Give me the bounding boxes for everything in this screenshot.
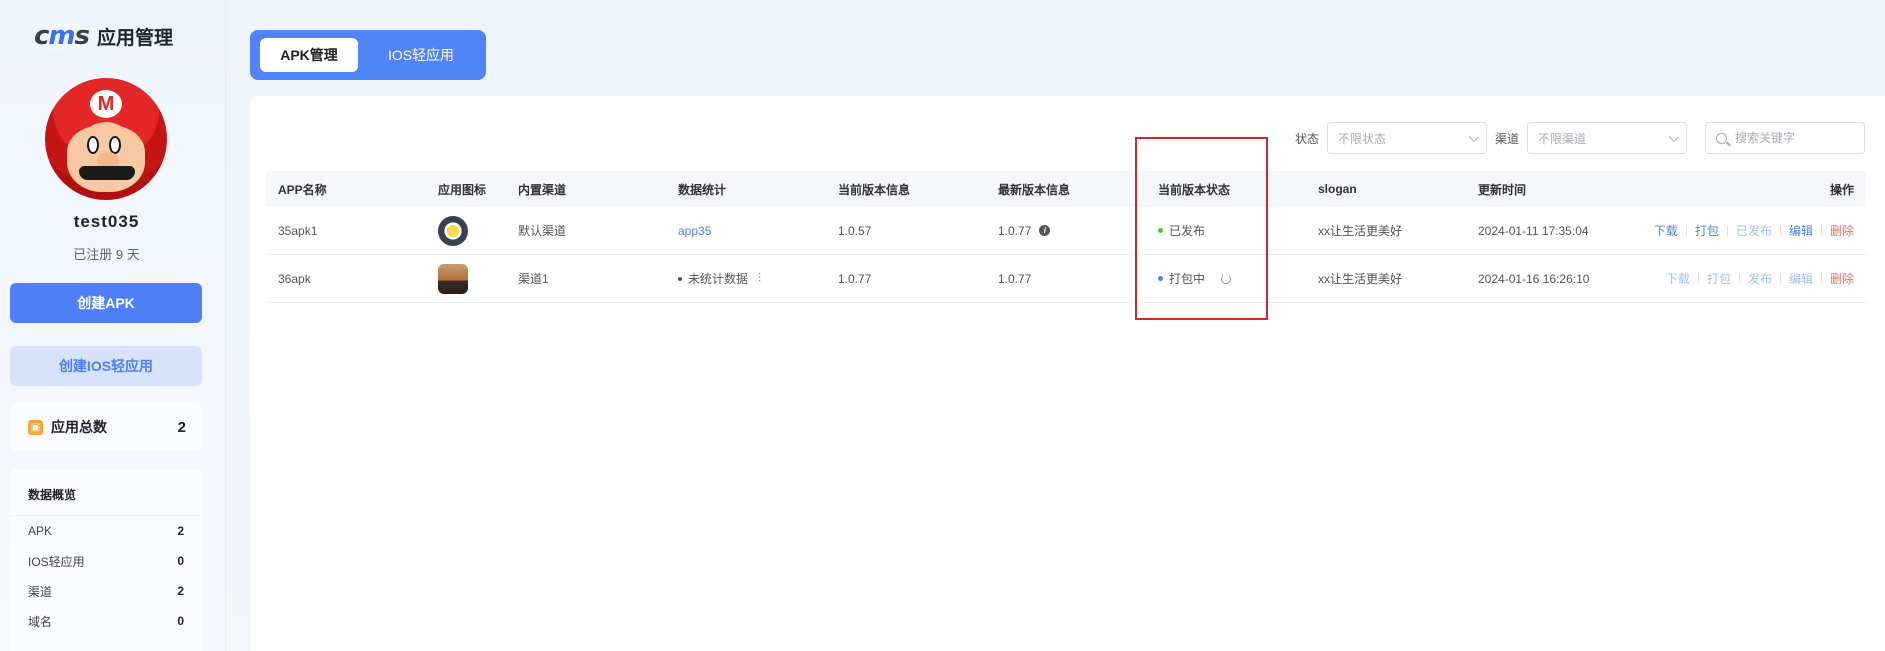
info-icon[interactable]: i: [1039, 225, 1051, 236]
channel-name: 默认渠道: [518, 224, 567, 238]
updated-time: 2024-01-11 17:35:04: [1478, 223, 1589, 238]
status-dot: [1158, 276, 1163, 281]
apk-table: APP名称 应用图标 内置渠道 数据统计 当前版本信息 最新版本信息 当前版本状…: [266, 171, 1866, 303]
overview-row-ios: IOS轻应用 0: [28, 554, 184, 569]
stats-link[interactable]: app35: [678, 224, 711, 238]
delete-button[interactable]: 删除: [1822, 270, 1854, 287]
app-total-card: ▣ 应用总数 2: [10, 403, 202, 451]
version-status: 已发布: [1158, 222, 1205, 239]
overview-row-domain: 域名 0: [28, 614, 184, 629]
col-current-version: 当前版本信息: [838, 182, 911, 197]
search-input[interactable]: [1735, 131, 1845, 145]
brand: cms 应用管理: [34, 20, 173, 52]
edit-button[interactable]: 编辑: [1781, 270, 1821, 287]
col-app-icon: 应用图标: [438, 182, 487, 197]
current-version: 1.0.77: [838, 271, 872, 286]
app-name: 35apk1: [278, 223, 318, 238]
loading-spinner-icon: [1221, 273, 1232, 284]
col-app-name: APP名称: [278, 182, 327, 197]
channel-filter-label: 渠道: [1494, 131, 1519, 146]
publish-button[interactable]: 已发布: [1728, 222, 1780, 239]
slogan: xx让生活更美好: [1318, 272, 1403, 286]
bar-chart-icon[interactable]: ⫶: [758, 271, 761, 286]
edit-button[interactable]: 编辑: [1781, 222, 1821, 239]
col-latest-version: 最新版本信息: [998, 182, 1071, 197]
brand-title: 应用管理: [97, 27, 174, 49]
status-filter-label: 状态: [1294, 131, 1319, 146]
search-icon: [1716, 132, 1727, 144]
tab-ios-light-app[interactable]: IOS轻应用: [366, 38, 476, 72]
avatar: M: [45, 78, 167, 200]
version-status: 打包中: [1158, 270, 1232, 287]
col-actions: 操作: [1829, 182, 1854, 197]
table-header: APP名称 应用图标 内置渠道 数据统计 当前版本信息 最新版本信息 当前版本状…: [266, 171, 1866, 207]
col-stats: 数据统计: [678, 182, 727, 197]
chevron-down-icon: [1668, 131, 1679, 142]
overview-row-apk: APK 2: [28, 524, 184, 538]
app-total-label: 应用总数: [51, 419, 107, 435]
avatar-cap-badge: M: [90, 90, 122, 118]
publish-button[interactable]: 发布: [1740, 270, 1780, 287]
stats-empty: 未统计数据 ⫶: [678, 270, 761, 287]
table-row: 36apk 渠道1 未统计数据 ⫶ 1.0.77 1.0.77 打包中 xx让生…: [266, 255, 1866, 303]
row-actions: 下载 打包 已发布 编辑 删除: [1646, 222, 1854, 239]
registered-days: 已注册 9 天: [73, 247, 140, 262]
app-name: 36apk: [278, 271, 311, 286]
username: test035: [73, 212, 140, 231]
current-version: 1.0.57: [838, 223, 872, 238]
channel-select[interactable]: 不限渠道: [1527, 122, 1687, 154]
col-updated: 更新时间: [1478, 182, 1527, 197]
col-version-status: 当前版本状态: [1158, 182, 1231, 197]
channel-name: 渠道1: [518, 272, 549, 286]
chevron-down-icon: [1468, 131, 1479, 142]
search-box: [1705, 122, 1865, 154]
row-actions: 下载 打包 发布 编辑 删除: [1658, 270, 1854, 287]
app-total-value: 2: [177, 418, 186, 436]
overview-row-channel: 渠道 2: [28, 584, 184, 599]
sidebar: cms 应用管理 M test035 已注册 9 天 创建APK 创建IOS轻应…: [0, 0, 226, 651]
tab-bar: APK管理 IOS轻应用: [250, 30, 486, 80]
latest-version: 1.0.77: [998, 271, 1032, 286]
data-overview-card: 数据概览 APK 2 IOS轻应用 0 渠道 2 域名 0: [10, 469, 202, 651]
package-button[interactable]: 打包: [1687, 222, 1727, 239]
main-panel: 状态 不限状态 渠道 不限渠道 APP名称 应用图标 内置渠道 数据统计 当前版…: [250, 96, 1885, 651]
package-button[interactable]: 打包: [1699, 270, 1739, 287]
col-channel: 内置渠道: [518, 182, 567, 197]
delete-button[interactable]: 删除: [1822, 222, 1854, 239]
tab-apk-management[interactable]: APK管理: [260, 38, 358, 72]
slogan: xx让生活更美好: [1318, 224, 1403, 238]
download-button[interactable]: 下载: [1658, 270, 1698, 287]
create-ios-button[interactable]: 创建IOS轻应用: [10, 346, 202, 386]
latest-version: 1.0.77: [998, 223, 1032, 238]
brand-logo: cms: [34, 21, 90, 51]
app-icon: [438, 215, 468, 246]
download-button[interactable]: 下载: [1646, 222, 1686, 239]
create-apk-button[interactable]: 创建APK: [10, 283, 202, 323]
status-select[interactable]: 不限状态: [1326, 122, 1487, 154]
app-total-icon: ▣: [28, 419, 43, 435]
status-dot: [1158, 228, 1163, 233]
updated-time: 2024-01-16 16:26:10: [1478, 271, 1590, 286]
table-row: 35apk1 默认渠道 app35 1.0.57 1.0.77 i 已发布 xx…: [266, 207, 1866, 255]
filter-bar: 状态 不限状态 渠道 不限渠道: [1295, 122, 1865, 154]
data-overview-title: 数据概览: [10, 469, 202, 516]
col-slogan: slogan: [1318, 182, 1357, 196]
app-icon: [438, 263, 468, 294]
